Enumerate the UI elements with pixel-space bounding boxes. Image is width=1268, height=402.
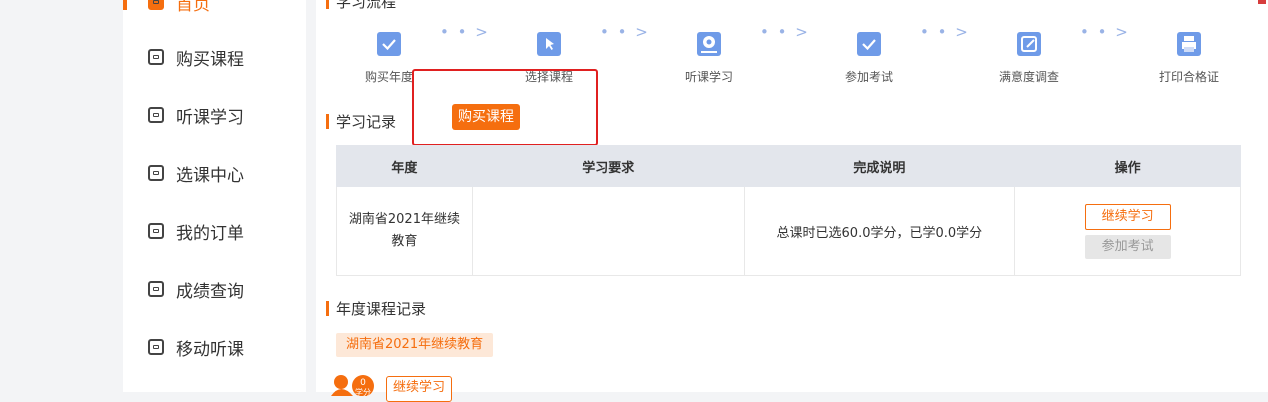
sidebar-item-label: 首页 bbox=[176, 0, 210, 15]
title-bar bbox=[326, 301, 329, 316]
year-cell: 湖南省2021年继续教育 bbox=[336, 186, 473, 276]
play-icon bbox=[697, 32, 721, 56]
credit-badge-icon: 0 学分 bbox=[331, 375, 374, 396]
sidebar-item-label: 成绩查询 bbox=[176, 281, 244, 302]
step-arrow: • • > bbox=[760, 23, 810, 41]
edit-icon bbox=[1017, 32, 1041, 56]
printer-icon bbox=[1177, 32, 1201, 56]
order-icon bbox=[148, 223, 164, 239]
edge-mark bbox=[1258, 0, 1266, 4]
flow-title: 学习流程 bbox=[326, 0, 396, 12]
sidebar-item-label: 移动听课 bbox=[176, 339, 244, 360]
records-title: 学习记录 bbox=[326, 111, 396, 132]
right-edge bbox=[1258, 0, 1268, 392]
highlight-annotation bbox=[412, 69, 598, 146]
check-icon bbox=[857, 32, 881, 56]
step-arrow: • • > bbox=[1080, 23, 1130, 41]
table-row: 湖南省2021年继续教育 总课时已选60.0学分，已学0.0学分 继续学习 参加… bbox=[336, 186, 1241, 276]
sidebar-item-scores[interactable]: 成绩查询 bbox=[148, 274, 244, 304]
sidebar-item-course-center[interactable]: 选课中心 bbox=[148, 158, 244, 188]
sidebar-item-label: 购买课程 bbox=[176, 49, 244, 70]
course-records-title: 年度课程记录 bbox=[326, 298, 426, 319]
score-icon bbox=[148, 281, 164, 297]
column-header: 完成说明 bbox=[743, 145, 1016, 187]
active-indicator bbox=[123, 0, 127, 10]
sidebar-item-label: 我的订单 bbox=[176, 223, 244, 244]
sidebar-item-mobile[interactable]: 移动听课 bbox=[148, 332, 244, 362]
sidebar-item-home[interactable]: 首页 bbox=[148, 0, 210, 17]
sidebar-item-study[interactable]: 听课学习 bbox=[148, 100, 244, 130]
select-icon bbox=[148, 165, 164, 181]
continue-study-button[interactable]: 继续学习 bbox=[1084, 203, 1171, 230]
course-continue-button[interactable]: 继续学习 bbox=[386, 376, 453, 402]
sidebar: 首页 购买课程 听课学习 选课中心 我的订单 成绩查询 移动听课 bbox=[123, 0, 306, 392]
table-header-row: 年度 学习要求 完成说明 操作 bbox=[336, 145, 1241, 187]
step-arrow: • • > bbox=[600, 23, 650, 41]
action-cell: 继续学习 参加考试 bbox=[1014, 186, 1241, 276]
sidebar-item-orders[interactable]: 我的订单 bbox=[148, 216, 244, 246]
check-icon bbox=[377, 32, 401, 56]
page-gutter bbox=[0, 0, 123, 392]
home-icon bbox=[148, 0, 164, 10]
column-header: 年度 bbox=[336, 145, 473, 187]
year-tag[interactable]: 湖南省2021年继续教育 bbox=[336, 333, 494, 357]
mobile-icon bbox=[148, 339, 164, 355]
take-exam-button[interactable]: 参加考试 bbox=[1084, 234, 1171, 259]
sidebar-item-label: 选课中心 bbox=[176, 165, 244, 186]
requirement-cell bbox=[471, 186, 745, 276]
title-bar bbox=[326, 114, 329, 129]
card-icon bbox=[148, 49, 164, 65]
column-header: 学习要求 bbox=[471, 145, 745, 187]
sidebar-item-label: 听课学习 bbox=[176, 107, 244, 128]
video-icon bbox=[148, 107, 164, 123]
step-arrow: • • > bbox=[440, 23, 490, 41]
column-header: 操作 bbox=[1014, 145, 1241, 187]
step-arrow: • • > bbox=[920, 23, 970, 41]
description-cell: 总课时已选60.0学分，已学0.0学分 bbox=[743, 186, 1016, 276]
badge-value: 0 bbox=[360, 378, 366, 388]
records-table: 年度 学习要求 完成说明 操作 湖南省2021年继续教育 总课时已选60.0学分… bbox=[336, 145, 1241, 276]
title-bar bbox=[326, 0, 329, 9]
sidebar-item-buy-course[interactable]: 购买课程 bbox=[148, 42, 244, 72]
cursor-icon bbox=[537, 32, 561, 56]
